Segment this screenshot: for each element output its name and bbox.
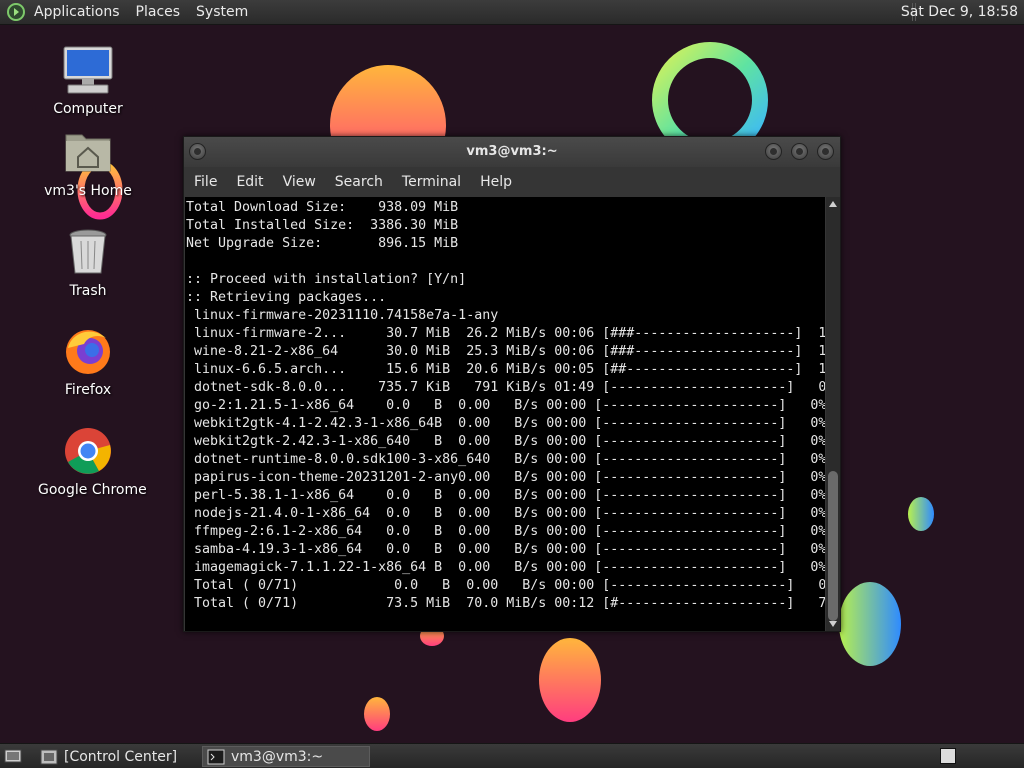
places-menu[interactable]: Places	[128, 0, 189, 25]
terminal-line: Total Installed Size: 3386.30 MiB	[186, 218, 459, 233]
terminal-line: :: Proceed with installation? [Y/n]	[186, 272, 467, 287]
terminal-line: papirus-icon-theme-20231201-2-any0.00 B/…	[186, 470, 825, 485]
terminal-scrollbar[interactable]	[826, 197, 840, 631]
desktop-icon-label: Computer	[53, 101, 123, 117]
desktop-icon-label: vm3's Home	[44, 183, 132, 199]
terminal-line: dotnet-runtime-8.0.0.sdk100-3-x86_640 B/…	[186, 452, 825, 467]
terminal-line: linux-6.6.5.arch... 15.6 MiB 20.6 MiB/s …	[186, 362, 825, 377]
close-button[interactable]	[817, 143, 834, 160]
menu-help[interactable]: Help	[470, 174, 521, 190]
computer-icon	[63, 46, 113, 94]
terminal-line: webkit2gtk-2.42.3-1-x86_640 B 0.00 B/s 0…	[186, 434, 825, 449]
terminal-line: Net Upgrade Size: 896.15 MiB	[186, 236, 459, 251]
taskbar-item-label: vm3@vm3:~	[231, 748, 324, 765]
applications-menu[interactable]: Applications	[26, 0, 128, 25]
terminal-icon	[207, 749, 225, 764]
desktop-icon-label: Trash	[69, 283, 107, 299]
desktop-icon-firefox[interactable]: Firefox	[38, 326, 138, 398]
terminal-line: linux-firmware-2... 30.7 MiB 26.2 MiB/s …	[186, 326, 825, 341]
window-titlebar[interactable]: vm3@vm3:~	[184, 137, 840, 167]
terminal-line: wine-8.21-2-x86_64 30.0 MiB 25.3 MiB/s 0…	[186, 344, 825, 359]
terminal-line: dotnet-sdk-8.0.0... 735.7 KiB 791 KiB/s …	[186, 380, 825, 395]
terminal-line: Total ( 0/71) 73.5 MiB 70.0 MiB/s 00:12 …	[186, 596, 825, 611]
desktop-icon-home[interactable]: vm3's Home	[38, 127, 138, 199]
terminal-window[interactable]: vm3@vm3:~ File Edit View Search Terminal…	[183, 136, 841, 632]
chrome-icon	[65, 428, 111, 474]
scroll-down-arrow-icon[interactable]	[829, 621, 837, 627]
desktop-icon-chrome[interactable]: Google Chrome	[38, 426, 147, 498]
scrollbar-thumb[interactable]	[828, 471, 838, 621]
terminal-menubar: File Edit View Search Terminal Help	[184, 167, 840, 197]
menu-view[interactable]: View	[273, 174, 325, 190]
terminal-line: ffmpeg-2:6.1-2-x86_64 0.0 B 0.00 B/s 00:…	[186, 524, 825, 539]
terminal-line: Total Download Size: 938.09 MiB	[186, 200, 459, 215]
terminal-line: linux-firmware-20231110.74158e7a-1-any	[186, 308, 499, 323]
taskbar-item-control-center[interactable]: [Control Center]	[36, 746, 200, 767]
scroll-up-arrow-icon[interactable]	[829, 201, 837, 207]
trash-icon	[69, 229, 107, 274]
menu-file[interactable]: File	[184, 174, 226, 190]
desktop-icon-label: Firefox	[64, 382, 112, 398]
terminal-line: samba-4.19.3-1-x86_64 0.0 B 0.00 B/s 00:…	[186, 542, 825, 557]
maximize-button[interactable]	[791, 143, 808, 160]
taskbar-item-label: [Control Center]	[64, 748, 178, 765]
home-folder-icon	[65, 134, 111, 172]
desktop-icon-label: Google Chrome	[38, 482, 147, 498]
workspace-switcher[interactable]	[940, 748, 956, 764]
menu-edit[interactable]: Edit	[226, 174, 272, 190]
terminal-output: Total Download Size: 938.09 MiB Total Ins…	[186, 199, 825, 613]
desktop-icon-trash[interactable]: Trash	[38, 227, 138, 299]
terminal-line: :: Retrieving packages...	[186, 290, 387, 305]
clock[interactable]: Sat Dec 9, 18:58	[901, 0, 1018, 25]
terminal-line: imagemagick-7.1.1.22-1-x86_64 B 0.00 B/s…	[186, 560, 825, 575]
menu-terminal[interactable]: Terminal	[392, 174, 470, 190]
terminal-line: go-2:1.21.5-1-x86_64 0.0 B 0.00 B/s 00:0…	[186, 398, 825, 413]
taskbar-item-terminal[interactable]: vm3@vm3:~	[202, 746, 370, 767]
bottom-panel: [Control Center] vm3@vm3:~	[0, 743, 1024, 768]
desktop-icon-computer[interactable]: Computer	[38, 45, 138, 117]
show-desktop-icon[interactable]	[4, 748, 22, 764]
terminal-line: perl-5.38.1-1-x86_64 0.0 B 0.00 B/s 00:0…	[186, 488, 825, 503]
menu-search[interactable]: Search	[325, 174, 392, 190]
terminal-line: webkit2gtk-4.1-2.42.3-1-x86_64B 0.00 B/s…	[186, 416, 825, 431]
terminal-line: Total ( 0/71) 0.0 B 0.00 B/s 00:00 [----…	[186, 578, 825, 593]
distro-logo-icon[interactable]	[6, 2, 26, 22]
firefox-icon	[66, 330, 110, 374]
terminal-line: nodejs-21.4.0-1-x86_64 0.0 B 0.00 B/s 00…	[186, 506, 825, 521]
terminal-screen[interactable]: Total Download Size: 938.09 MiB Total Ins…	[185, 197, 825, 631]
window-title: vm3@vm3:~	[466, 144, 558, 159]
top-panel: Applications Places System Sat Dec 9, 18…	[0, 0, 1024, 25]
minimize-button[interactable]	[765, 143, 782, 160]
control-center-icon	[40, 749, 58, 764]
system-menu[interactable]: System	[188, 0, 256, 25]
